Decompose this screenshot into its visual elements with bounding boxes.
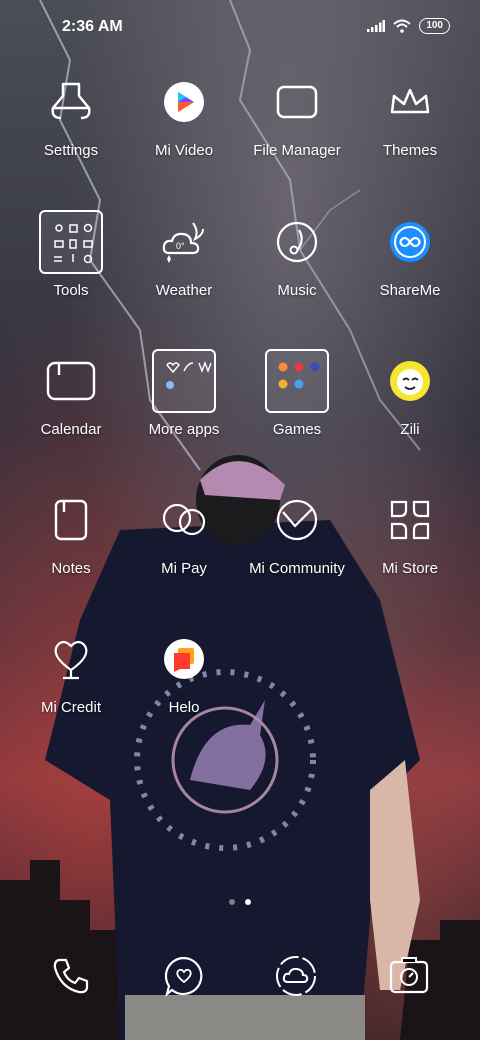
app-themes[interactable]: Themes: [354, 66, 466, 159]
crown-icon: [390, 88, 430, 114]
app-label: File Manager: [253, 142, 341, 159]
music-icon: [276, 221, 318, 263]
dock-phone[interactable]: [47, 952, 95, 1000]
signal-icon: [367, 20, 386, 32]
games-folder-icon: [265, 349, 329, 413]
app-mi-credit[interactable]: Mi Credit: [15, 623, 127, 716]
app-label: Settings: [43, 142, 99, 159]
tools-folder-icon: [39, 210, 103, 274]
app-music[interactable]: Music: [241, 206, 353, 299]
app-mi-video[interactable]: Mi Video: [128, 66, 240, 159]
app-more-apps-folder[interactable]: More apps: [128, 345, 240, 438]
app-label: Themes: [382, 142, 438, 159]
wifi-icon: [393, 19, 411, 33]
mi-credit-icon: [54, 640, 88, 680]
weather-icon: 0°: [162, 222, 204, 263]
app-notes[interactable]: Notes: [15, 484, 127, 577]
app-weather[interactable]: 0° Weather: [128, 206, 240, 299]
clock: 2:36 AM: [62, 18, 123, 35]
notes-icon: [54, 499, 88, 541]
page-dot-1[interactable]: [229, 899, 235, 905]
camera-icon: [389, 957, 429, 994]
status-bar: 2:36 AM 100: [0, 0, 480, 56]
app-calendar[interactable]: Calendar: [15, 345, 127, 438]
app-label: Weather: [155, 282, 213, 299]
app-mi-community[interactable]: Mi Community: [241, 484, 353, 577]
messages-icon: [164, 956, 203, 997]
folder-icon: [276, 85, 318, 119]
app-label: Tools: [53, 282, 89, 299]
more-apps-folder-icon: [152, 349, 216, 413]
app-label: Calendar: [40, 421, 102, 438]
app-label: Mi Credit: [40, 699, 101, 716]
status-icons: 100: [367, 18, 450, 34]
zili-icon: [390, 361, 430, 401]
app-label: Games: [272, 421, 322, 438]
app-mi-pay[interactable]: Mi Pay: [128, 484, 240, 577]
app-games-folder[interactable]: Games: [241, 345, 353, 438]
page-dot-2[interactable]: [245, 899, 251, 905]
svg-text:0°: 0°: [176, 241, 185, 251]
app-label: Notes: [51, 560, 91, 577]
app-label: Mi Pay: [161, 560, 207, 577]
mi-store-icon: [390, 500, 430, 540]
cloud-icon: [276, 956, 316, 996]
calendar-icon: [46, 361, 96, 401]
app-label: Helo: [168, 699, 200, 716]
app-tools-folder[interactable]: Tools: [15, 206, 127, 299]
app-shareme[interactable]: ShareMe: [354, 206, 466, 299]
mi-community-icon: [276, 499, 318, 541]
app-zili[interactable]: Zili: [354, 345, 466, 438]
dock-messages[interactable]: [160, 952, 208, 1000]
battery-indicator: 100: [419, 18, 450, 34]
app-label: Music: [277, 282, 317, 299]
app-label: Mi Store: [382, 560, 438, 577]
dock-cloud[interactable]: [272, 952, 320, 1000]
app-label: Mi Video: [154, 142, 214, 159]
app-label: ShareMe: [379, 282, 441, 299]
app-settings[interactable]: Settings: [15, 66, 127, 159]
app-label: Mi Community: [249, 560, 345, 577]
mi-video-icon: [164, 82, 204, 122]
app-helo[interactable]: Helo: [128, 623, 240, 716]
mi-pay-icon: [162, 503, 206, 536]
dock-camera[interactable]: [385, 952, 433, 1000]
app-mi-store[interactable]: Mi Store: [354, 484, 466, 577]
phone-icon: [53, 958, 89, 994]
shareme-icon: [390, 222, 430, 262]
page-indicator[interactable]: [0, 899, 480, 905]
app-file-manager[interactable]: File Manager: [241, 66, 353, 159]
app-label: More apps: [148, 421, 220, 438]
app-label: Zili: [400, 421, 420, 438]
helo-icon: [164, 639, 204, 679]
settings-icon: [51, 82, 91, 120]
